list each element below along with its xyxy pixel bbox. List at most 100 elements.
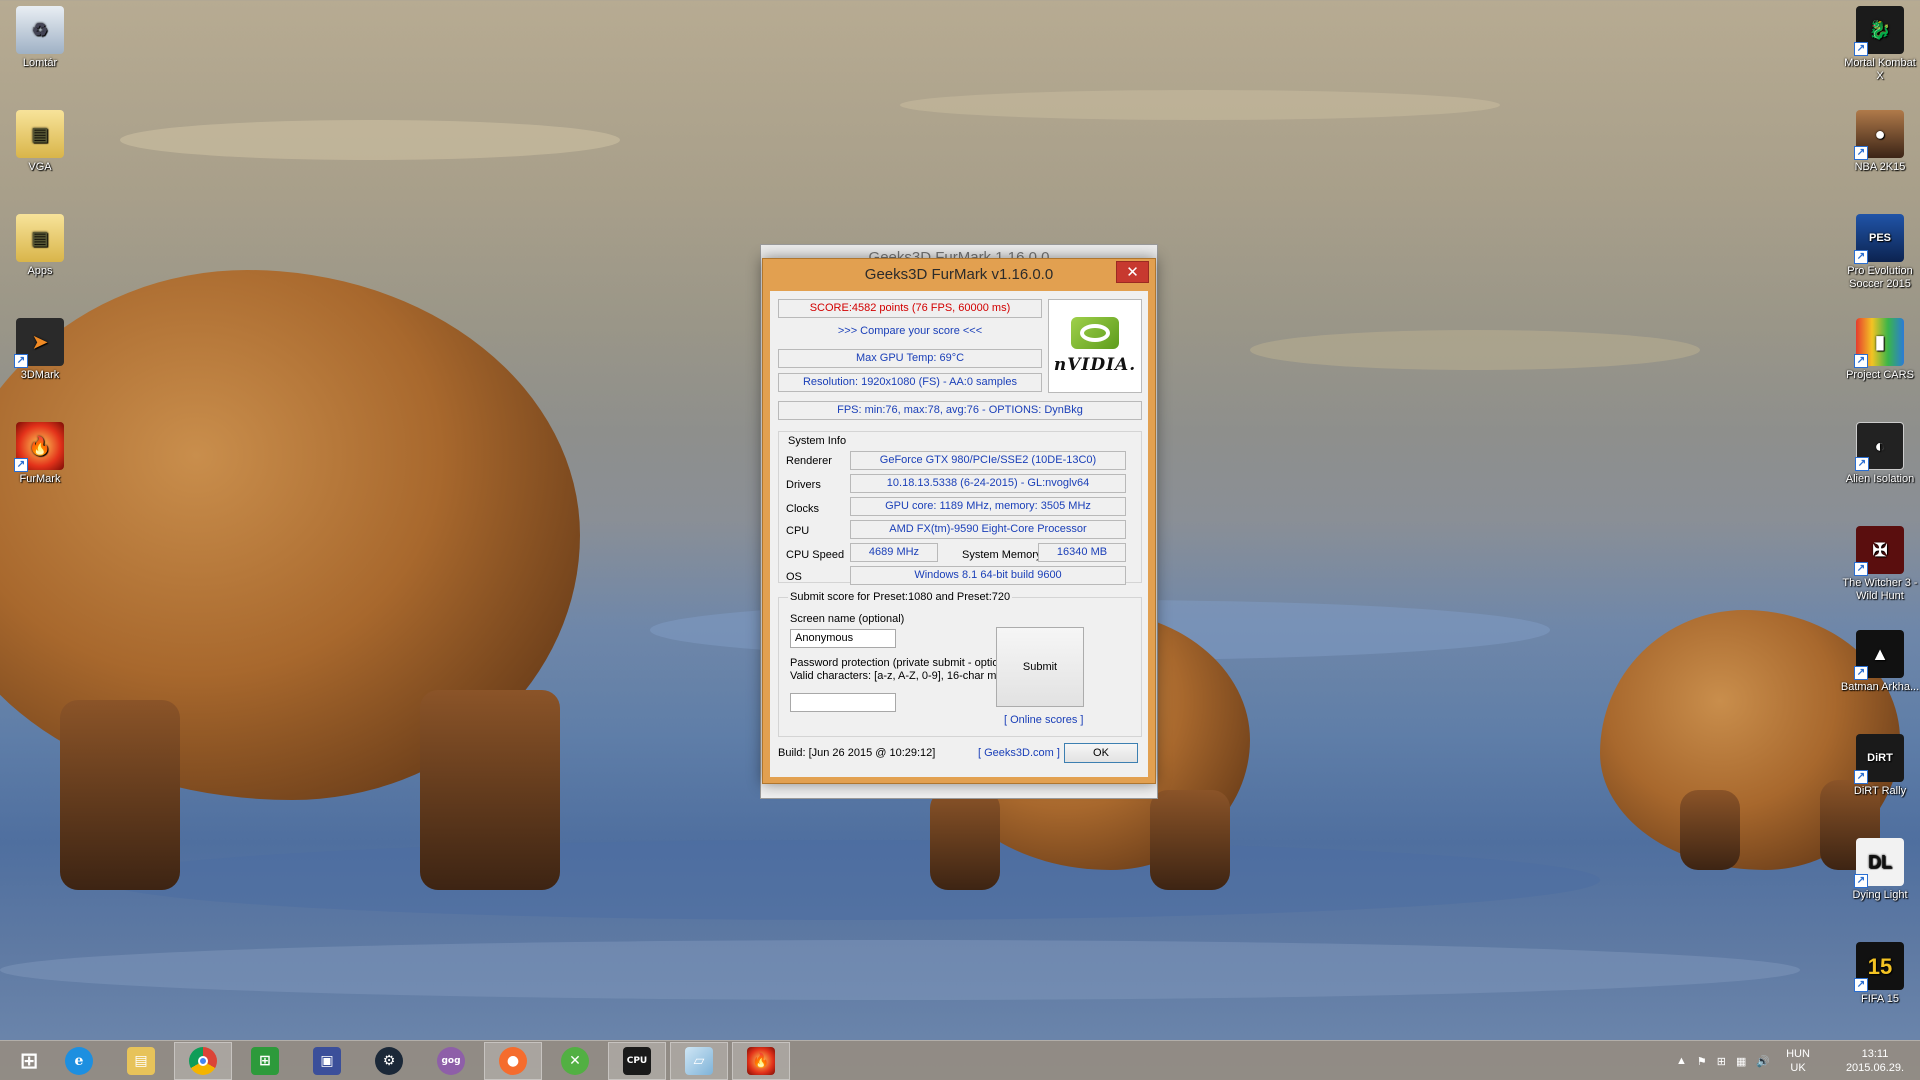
taskbar-steam[interactable]: ⚙ — [360, 1042, 418, 1080]
xbox-icon: ✕ — [561, 1047, 589, 1075]
store-icon: ⊞ — [251, 1047, 279, 1075]
taskbar-furmark[interactable]: 🔥 — [732, 1042, 790, 1080]
desktop-icon-label: DiRT Rally — [1853, 785, 1907, 797]
desktop-icon-dying-light[interactable]: DL ↗ Dying Light — [1840, 838, 1920, 902]
nba2k15-icon: ● ↗ — [1854, 110, 1904, 160]
password-label-line1: Password protection (private submit - op… — [790, 657, 1017, 669]
system-memory-value: 16340 MB — [1038, 543, 1126, 562]
desktop-icon-dirt-rally[interactable]: DiRT ↗ DiRT Rally — [1840, 734, 1920, 798]
witcher3-icon: ✠ ↗ — [1854, 526, 1904, 576]
clock-date: 2015.06.29. — [1845, 1062, 1905, 1074]
cpu-speed-label: CPU Speed — [786, 549, 845, 561]
taskbar-cpuid[interactable]: CPU — [608, 1042, 666, 1080]
chrome-icon — [189, 1047, 217, 1075]
desktop-icon-batman[interactable]: ▲ ↗ Batman Arkha... — [1840, 630, 1920, 694]
batman-icon: ▲ ↗ — [1854, 630, 1904, 680]
clocks-value: GPU core: 1189 MHz, memory: 3505 MHz — [850, 497, 1126, 516]
taskbar-notepad[interactable]: ▱ — [670, 1042, 728, 1080]
desktop-icon-label: FIFA 15 — [1861, 993, 1899, 1005]
fps-field: FPS: min:76, max:78, avg:76 - OPTIONS: D… — [778, 401, 1142, 420]
desktop-icon-project-cars[interactable]: ▮ ↗ Project CARS — [1840, 318, 1920, 382]
cpu-label: CPU — [786, 525, 810, 537]
action-center-icon[interactable]: ⚑ — [1697, 1055, 1707, 1068]
system-tray: ▲ ⚑ ⊞ ▦ 🔊 HUN UK 13:11 2015.06.29. — [1676, 1041, 1904, 1080]
start-icon: ⊞ — [19, 1048, 39, 1074]
password-input[interactable] — [790, 693, 896, 712]
ok-button[interactable]: OK — [1064, 743, 1138, 763]
os-value: Windows 8.1 64-bit build 9600 — [850, 566, 1126, 585]
desktop-icon-furmark[interactable]: 🔥 ↗ FurMark — [0, 422, 80, 486]
dialog-titlebar[interactable]: Geeks3D FurMark v1.16.0.0 ✕ — [763, 259, 1155, 289]
dirt-rally-icon: DiRT ↗ — [1854, 734, 1904, 784]
desktop-icon-pes[interactable]: PES ↗ Pro Evolution Soccer 2015 — [1840, 214, 1920, 291]
clocks-label: Clocks — [786, 503, 820, 515]
language-secondary: UK — [1790, 1062, 1806, 1074]
desktop-icon-label: Batman Arkha... — [1840, 681, 1920, 693]
desktop-icon-mortal-kombat[interactable]: 🐉 ↗ Mortal Kombat X — [1840, 6, 1920, 83]
screen-name-input[interactable]: Anonymous — [790, 629, 896, 648]
gog-icon: gog — [437, 1047, 465, 1075]
folder-icon: ▤ — [16, 110, 64, 158]
desktop-icon-nba2k15[interactable]: ● ↗ NBA 2K15 — [1840, 110, 1920, 174]
network-icon[interactable]: ▦ — [1736, 1055, 1746, 1068]
dying-light-icon: DL ↗ — [1854, 838, 1904, 888]
taskbar: ⊞ e ▤ ⊞ ▣ ⚙ gog ● ✕ CPU ▱ 🔥 ▲ ⚑ ⊞ ▦ 🔊 HU… — [0, 1040, 1920, 1080]
origin-icon: ● — [499, 1047, 527, 1075]
drivers-value: 10.18.13.5338 (6-24-2015) - GL:nvoglv64 — [850, 474, 1126, 493]
clock-time: 13:11 — [1861, 1048, 1889, 1060]
taskbar-chrome[interactable] — [174, 1042, 232, 1080]
show-hidden-icons-icon[interactable]: ▲ — [1676, 1055, 1687, 1067]
desktop-icon-label: 3DMark — [20, 369, 60, 381]
screen-name-label: Screen name (optional) — [790, 613, 905, 625]
system-info-title: System Info — [788, 435, 847, 447]
submit-button[interactable]: Submit — [996, 627, 1084, 707]
taskbar-origin[interactable]: ● — [484, 1042, 542, 1080]
system-memory-label: System Memory — [962, 549, 1042, 561]
notepad-icon: ▱ — [685, 1047, 713, 1075]
drivers-label: Drivers — [786, 479, 821, 491]
online-scores-link[interactable]: [ Online scores ] — [1004, 714, 1083, 726]
renderer-value: GeForce GTX 980/PCIe/SSE2 (10DE-13C0) — [850, 451, 1126, 470]
mortal-kombat-icon: 🐉 ↗ — [1854, 6, 1904, 56]
furmark-icon: 🔥 ↗ — [14, 422, 64, 472]
max-gpu-temp-field: Max GPU Temp: 69°C — [778, 349, 1042, 368]
desktop-icon-label: Lomtár — [22, 57, 58, 69]
cpu-value: AMD FX(tm)-9590 Eight-Core Processor — [850, 520, 1126, 539]
taskbar-xbox[interactable]: ✕ — [546, 1042, 604, 1080]
desktop-icon-fifa15[interactable]: 15 ↗ FIFA 15 — [1840, 942, 1920, 1006]
furmark-score-dialog[interactable]: Geeks3D FurMark v1.16.0.0 ✕ SCORE:4582 p… — [762, 258, 1156, 784]
language-indicator[interactable]: HUN UK — [1786, 1047, 1810, 1075]
taskbar-store[interactable]: ⊞ — [236, 1042, 294, 1080]
nvidia-logo-text: nVIDIA. — [1053, 355, 1137, 375]
geeks3d-link[interactable]: [ Geeks3D.com ] — [978, 747, 1060, 759]
desktop-icon-witcher3[interactable]: ✠ ↗ The Witcher 3 - Wild Hunt — [1840, 526, 1920, 603]
resolution-field: Resolution: 1920x1080 (FS) - AA:0 sample… — [778, 373, 1042, 392]
volume-icon[interactable]: 🔊 — [1756, 1055, 1770, 1068]
pes2015-icon: PES ↗ — [1854, 214, 1904, 264]
clock[interactable]: 13:11 2015.06.29. — [1846, 1047, 1904, 1075]
cpuid-icon: CPU — [623, 1047, 651, 1075]
score-field: SCORE:4582 points (76 FPS, 60000 ms) — [778, 299, 1042, 318]
nvidia-eye-icon — [1071, 317, 1119, 349]
close-button[interactable]: ✕ — [1116, 261, 1149, 283]
windows-icon[interactable]: ⊞ — [1717, 1055, 1726, 1068]
folder-icon: ▤ — [16, 214, 64, 262]
taskbar-save-app[interactable]: ▣ — [298, 1042, 356, 1080]
taskbar-internet-explorer[interactable]: e — [50, 1042, 108, 1080]
desktop-icon-3dmark[interactable]: ➤ ↗ 3DMark — [0, 318, 80, 382]
fifa15-icon: 15 ↗ — [1854, 942, 1904, 992]
desktop-icon-apps[interactable]: ▤ Apps — [0, 214, 80, 278]
renderer-label: Renderer — [786, 455, 832, 467]
compare-score-link[interactable]: >>> Compare your score <<< — [778, 325, 1042, 337]
desktop-icon-recycle-bin[interactable]: ♻ Lomtár — [0, 6, 80, 70]
desktop-icon-vga[interactable]: ▤ VGA — [0, 110, 80, 174]
desktop-icon-alien-isolation[interactable]: ◐ ↗ Alien Isolation — [1840, 422, 1920, 486]
cpu-speed-value: 4689 MHz — [850, 543, 938, 562]
desktop-icon-label: VGA — [28, 161, 52, 173]
taskbar-gog[interactable]: gog — [422, 1042, 480, 1080]
submit-group-title: Submit score for Preset:1080 and Preset:… — [788, 591, 1013, 603]
desktop-icon-label: Dying Light — [1852, 889, 1908, 901]
save-icon: ▣ — [313, 1047, 341, 1075]
taskbar-file-explorer[interactable]: ▤ — [112, 1042, 170, 1080]
dialog-title: Geeks3D FurMark v1.16.0.0 — [864, 265, 1054, 283]
